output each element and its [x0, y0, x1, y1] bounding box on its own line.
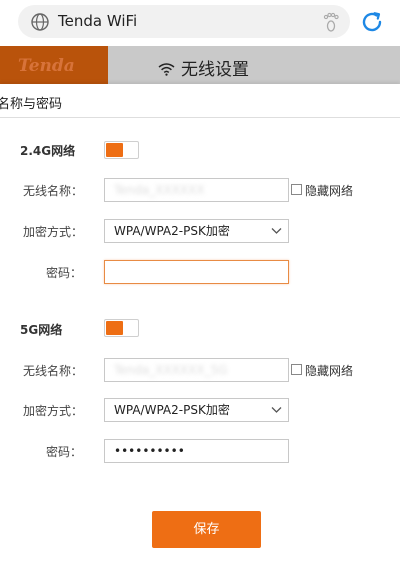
band-24-toggle[interactable] — [104, 141, 139, 159]
hide-5-checkbox[interactable] — [291, 364, 302, 375]
password-5-input[interactable]: •••••••••• — [104, 439, 289, 463]
tenda-logo: Tenda — [0, 46, 108, 86]
panel-title: 名称与密码 — [0, 97, 63, 112]
chevron-down-icon — [271, 407, 282, 413]
hide-24-checkbox[interactable] — [291, 184, 302, 195]
security-5-value: WPA/WPA2-PSK加密 — [114, 403, 230, 417]
globe-icon — [31, 13, 49, 31]
ssid-5-input[interactable]: Tenda_XXXXXX_5G — [104, 358, 289, 382]
ssid-24-input[interactable]: Tenda_XXXXXX — [104, 178, 289, 202]
password-5-value: •••••••••• — [114, 444, 185, 458]
wifi-settings-panel: 名称与密码 2.4G网络 无线名称： Tenda_XXXXXX 隐藏网络 加密方… — [0, 84, 400, 567]
security-24-value: WPA/WPA2-PSK加密 — [114, 224, 230, 238]
save-button[interactable]: 保存 — [152, 511, 261, 548]
address-text: Tenda WiFi — [58, 12, 138, 30]
password-5-label: 密码： — [46, 445, 83, 459]
chevron-down-icon — [271, 228, 282, 234]
hide-5-label: 隐藏网络 — [305, 364, 354, 378]
password-24-label: 密码： — [46, 266, 83, 280]
logo-text: Tenda — [18, 56, 75, 76]
band-5-label: 5G网络 — [20, 323, 63, 337]
security-24-select[interactable]: WPA/WPA2-PSK加密 — [104, 219, 289, 243]
ssid-5-label: 无线名称： — [23, 364, 84, 378]
page-title: 无线设置 — [181, 60, 249, 80]
security-5-label: 加密方式： — [23, 404, 84, 418]
router-header: Tenda 无线设置 — [0, 46, 400, 86]
security-24-label: 加密方式： — [23, 225, 84, 239]
divider — [0, 117, 400, 118]
browser-toolbar: Tenda WiFi — [0, 0, 400, 46]
ssid-5-value: Tenda_XXXXXX_5G — [114, 363, 228, 377]
reload-icon[interactable] — [358, 8, 386, 36]
security-5-select[interactable]: WPA/WPA2-PSK加密 — [104, 398, 289, 422]
band-24-label: 2.4G网络 — [20, 144, 76, 158]
band-5-toggle[interactable] — [104, 319, 139, 337]
footprint-icon[interactable] — [320, 11, 342, 33]
address-bar[interactable]: Tenda WiFi — [18, 5, 350, 38]
ssid-24-value: Tenda_XXXXXX — [114, 183, 205, 197]
ssid-24-label: 无线名称： — [23, 184, 84, 198]
wifi-icon — [158, 63, 175, 76]
hide-24-label: 隐藏网络 — [305, 184, 354, 198]
password-24-input[interactable] — [104, 260, 289, 284]
